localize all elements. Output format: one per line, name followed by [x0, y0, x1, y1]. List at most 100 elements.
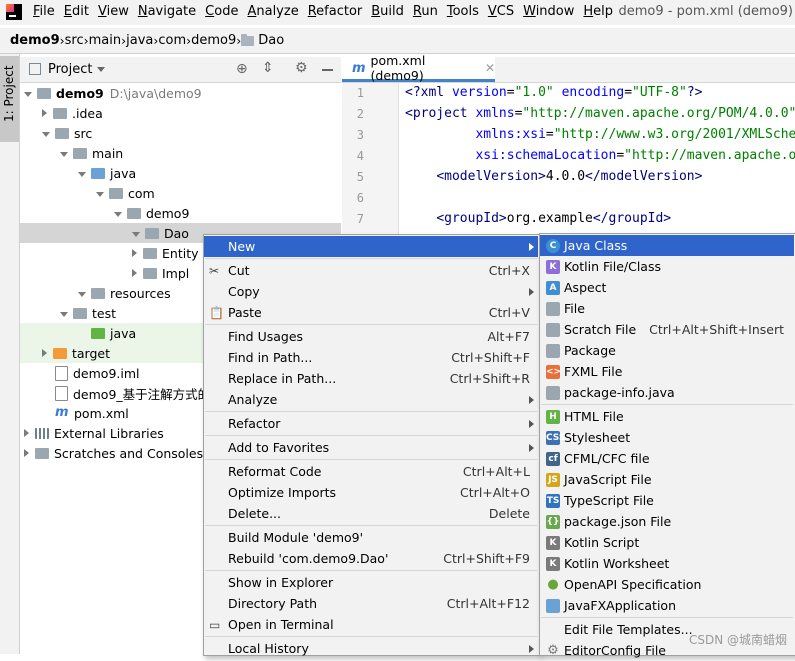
breadcrumb-item[interactable]: java: [126, 33, 153, 48]
project-view-title[interactable]: Project: [48, 62, 92, 77]
expand-arrow-icon[interactable]: [60, 312, 68, 317]
collapse-all-icon[interactable]: ⇕: [262, 60, 274, 76]
context-menu-item[interactable]: Copy: [204, 281, 538, 302]
new-submenu-item[interactable]: K Kotlin Script: [540, 532, 794, 553]
breadcrumb-item[interactable]: com: [158, 33, 186, 48]
expand-arrow-icon[interactable]: [24, 92, 32, 97]
new-submenu-item[interactable]: TS TypeScript File: [540, 490, 794, 511]
tree-item[interactable]: com: [20, 183, 341, 203]
collapse-arrow-icon[interactable]: [24, 449, 29, 457]
menu-view[interactable]: View: [98, 4, 129, 19]
context-menu-item[interactable]: New: [204, 236, 538, 257]
new-submenu-item[interactable]: C Java Class: [540, 235, 794, 256]
context-menu-item[interactable]: Analyze: [204, 389, 538, 410]
menu-build[interactable]: Build: [371, 4, 404, 19]
collapse-arrow-icon[interactable]: [24, 429, 29, 437]
breadcrumb-item[interactable]: demo9: [191, 33, 236, 48]
new-submenu-item[interactable]: JavaFXApplication: [540, 595, 794, 616]
new-submenu-item[interactable]: ● OpenAPI Specification: [540, 574, 794, 595]
gear-icon[interactable]: ⚙: [295, 60, 308, 76]
tree-item[interactable]: main: [20, 143, 341, 163]
expand-arrow-icon[interactable]: [78, 292, 86, 297]
tree-item-label: .idea: [72, 105, 103, 121]
context-menu-item[interactable]: Directory Path Ctrl+Alt+F12: [204, 593, 538, 614]
context-menu-item[interactable]: Optimize Imports Ctrl+Alt+O: [204, 482, 538, 503]
new-submenu-item[interactable]: <> FXML File: [540, 361, 794, 382]
new-submenu-item[interactable]: Scratch File Ctrl+Alt+Shift+Insert: [540, 319, 794, 340]
menu-run[interactable]: Run: [413, 4, 438, 19]
context-menu-item[interactable]: Delete... Delete: [204, 503, 538, 524]
code-token: version: [451, 85, 507, 100]
new-submenu-item[interactable]: Package: [540, 340, 794, 361]
expand-arrow-icon[interactable]: [60, 152, 68, 157]
menu-tools[interactable]: Tools: [447, 4, 479, 19]
close-icon[interactable]: ✕: [485, 61, 495, 75]
breadcrumb-item[interactable]: src: [65, 33, 84, 48]
menu-help[interactable]: Help: [583, 4, 613, 19]
new-submenu-item[interactable]: A Aspect: [540, 277, 794, 298]
project-view-icon: [29, 63, 41, 75]
new-submenu-item[interactable]: cf CFML/CFC file: [540, 448, 794, 469]
menu-window[interactable]: Window: [523, 4, 574, 19]
new-submenu-item[interactable]: CSS Stylesheet: [540, 427, 794, 448]
new-submenu-item[interactable]: {} package.json File: [540, 511, 794, 532]
folder-icon: [55, 127, 69, 139]
menu-item-label: New: [228, 239, 256, 254]
tree-item[interactable]: demo9 D:\java\demo9: [20, 83, 341, 103]
expand-arrow-icon[interactable]: [96, 192, 104, 197]
menu-item-shortcut: Ctrl+Alt+F12: [446, 596, 530, 611]
menu-separator: [205, 324, 537, 325]
tree-item[interactable]: src: [20, 123, 341, 143]
context-menu-item[interactable]: Add to Favorites: [204, 437, 538, 458]
tree-item[interactable]: .idea: [20, 103, 341, 123]
window-title: demo9 - pom.xml (demo9): [618, 4, 793, 19]
expand-arrow-icon[interactable]: [78, 172, 86, 177]
context-menu-item[interactable]: 📋 Paste Ctrl+V: [204, 302, 538, 323]
context-menu-item[interactable]: Show in Explorer: [204, 572, 538, 593]
menu-file[interactable]: File: [33, 4, 55, 19]
context-menu-item[interactable]: ▭ Open in Terminal: [204, 614, 538, 635]
tree-item-label: resources: [110, 285, 171, 301]
project-tool-window-tab[interactable]: 1: Project: [0, 56, 19, 142]
breadcrumb-item[interactable]: Dao: [241, 33, 284, 48]
new-submenu-item[interactable]: H HTML File: [540, 406, 794, 427]
collapse-arrow-icon[interactable]: [132, 249, 137, 257]
menu-refactor[interactable]: Refactor: [308, 4, 363, 19]
tree-item[interactable]: java: [20, 163, 341, 183]
context-menu-item[interactable]: Refactor: [204, 413, 538, 434]
new-submenu-item[interactable]: File: [540, 298, 794, 319]
menu-edit[interactable]: Edit: [64, 4, 89, 19]
new-submenu-item[interactable]: K Kotlin File/Class: [540, 256, 794, 277]
menu-navigate[interactable]: Navigate: [138, 4, 196, 19]
expand-arrow-icon[interactable]: [114, 212, 122, 217]
context-menu-item[interactable]: Reformat Code Ctrl+Alt+L: [204, 461, 538, 482]
context-menu-item[interactable]: ✂ Cut Ctrl+X: [204, 260, 538, 281]
new-submenu-item[interactable]: package-info.java: [540, 382, 794, 403]
new-submenu-item[interactable]: K Kotlin Worksheet: [540, 553, 794, 574]
expand-arrow-icon[interactable]: [132, 232, 140, 237]
collapse-arrow-icon[interactable]: [132, 269, 137, 277]
chevron-down-icon[interactable]: [97, 67, 105, 72]
context-menu-item[interactable]: Find in Path... Ctrl+Shift+F: [204, 347, 538, 368]
menu-item-label: Find in Path...: [228, 350, 313, 365]
tree-item[interactable]: demo9: [20, 203, 341, 223]
collapse-arrow-icon[interactable]: [42, 349, 47, 357]
menu-vcs[interactable]: VCS: [488, 4, 514, 19]
expand-arrow-icon[interactable]: [42, 132, 50, 137]
menu-code[interactable]: Code: [205, 4, 238, 19]
breadcrumb-item[interactable]: main: [89, 33, 121, 48]
hide-icon[interactable]: [322, 69, 333, 71]
menu-analyze[interactable]: Analyze: [247, 4, 298, 19]
context-menu-item[interactable]: Replace in Path... Ctrl+Shift+R: [204, 368, 538, 389]
locate-icon[interactable]: ⊕: [236, 61, 248, 77]
new-submenu-item[interactable]: JS JavaScript File: [540, 469, 794, 490]
code-line: <modelVersion>4.0.0</modelVersion>: [405, 169, 702, 184]
context-menu-item[interactable]: Build Module 'demo9': [204, 527, 538, 548]
context-menu-item[interactable]: Local History: [204, 638, 538, 659]
tab-pom-xml[interactable]: m pom.xml (demo9) ✕: [342, 53, 495, 83]
collapse-arrow-icon[interactable]: [42, 109, 47, 117]
context-menu-item[interactable]: Rebuild 'com.demo9.Dao' Ctrl+Shift+F9: [204, 548, 538, 569]
breadcrumb-item[interactable]: demo9: [10, 33, 60, 48]
context-menu-item[interactable]: Find Usages Alt+F7: [204, 326, 538, 347]
